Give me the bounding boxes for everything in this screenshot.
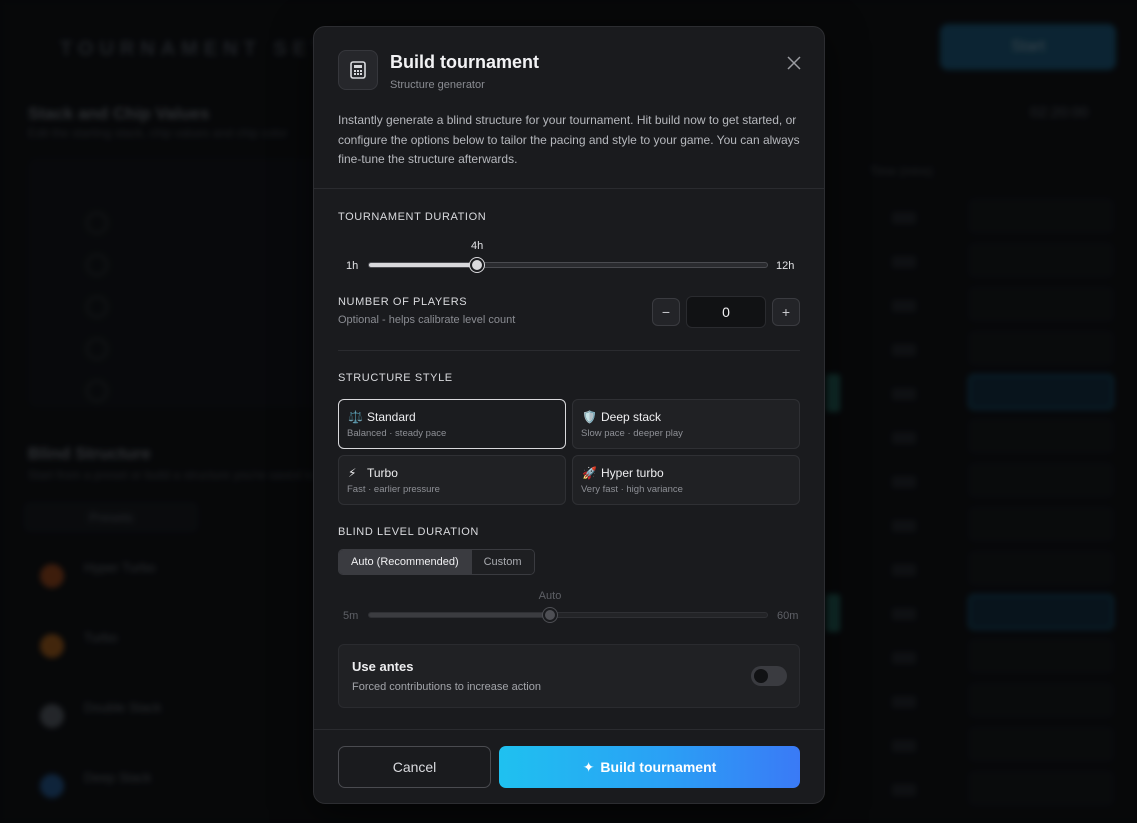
shield-icon: 🛡️ xyxy=(582,410,597,424)
dialog-description: Instantly generate a blind structure for… xyxy=(338,113,800,166)
style-option-name: Deep stack xyxy=(601,410,662,424)
duration-max-label: 12h xyxy=(776,260,795,272)
duration-thumb[interactable] xyxy=(470,258,485,272)
close-icon xyxy=(787,56,801,70)
duration-track[interactable] xyxy=(368,262,768,268)
blind-duration-fill xyxy=(369,613,551,617)
build-tournament-button[interactable]: ✦ Build tournament xyxy=(499,746,800,788)
players-increment-button[interactable]: + xyxy=(772,298,800,326)
style-option-desc: Slow pace · deeper play xyxy=(581,428,683,439)
style-option-desc: Balanced · steady pace xyxy=(347,428,447,439)
dialog-subtitle: Structure generator xyxy=(390,79,485,91)
antes-description: Forced contributions to increase action xyxy=(352,681,541,693)
rocket-icon: 🚀 xyxy=(582,466,597,480)
duration-value: 4h xyxy=(470,240,484,252)
style-option-name: Standard xyxy=(367,410,416,424)
style-option-hyper-turbo[interactable]: 🚀 Hyper turbo Very fast · high variance xyxy=(572,455,800,505)
duration-min-label: 1h xyxy=(346,260,359,272)
players-input[interactable] xyxy=(686,296,766,328)
players-decrement-button[interactable]: − xyxy=(652,298,680,326)
style-option-desc: Fast · earlier pressure xyxy=(347,484,440,495)
calculator-icon xyxy=(338,50,378,90)
lightning-icon: ⚡ xyxy=(348,466,357,480)
duration-fill xyxy=(369,263,479,267)
antes-title: Use antes xyxy=(352,659,414,674)
blind-duration-min-label: 5m xyxy=(343,610,359,622)
blind-duration-value: Auto xyxy=(538,590,562,602)
style-option-standard[interactable]: ⚖️ Standard Balanced · steady pace xyxy=(338,399,566,449)
scale-icon: ⚖️ xyxy=(348,410,363,424)
duration-label: TOURNAMENT DURATION xyxy=(338,211,487,223)
mode-custom-button[interactable]: Custom xyxy=(470,550,534,574)
dialog-footer: Cancel ✦ Build tournament xyxy=(314,729,824,803)
cancel-button[interactable]: Cancel xyxy=(338,746,491,788)
style-option-name: Hyper turbo xyxy=(601,466,664,480)
dialog-title: Build tournament xyxy=(390,52,539,72)
style-label: STRUCTURE STYLE xyxy=(338,372,453,384)
blind-duration-mode-toggle: Auto (Recommended) Custom xyxy=(338,549,535,575)
build-tournament-dialog: Build tournament Structure generator Ins… xyxy=(313,26,825,804)
style-option-name: Turbo xyxy=(367,466,398,480)
blind-duration-label: BLIND LEVEL DURATION xyxy=(338,526,479,538)
antes-toggle[interactable] xyxy=(751,666,787,686)
toggle-knob xyxy=(754,669,768,683)
build-button-label: Build tournament xyxy=(600,759,717,775)
antes-setting: Use antes Forced contributions to increa… xyxy=(338,644,800,708)
players-sublabel: Optional - helps calibrate level count xyxy=(338,314,516,326)
blind-duration-thumb[interactable] xyxy=(543,608,557,622)
players-label: NUMBER OF PLAYERS xyxy=(338,296,468,308)
sparkle-icon: ✦ xyxy=(582,758,595,775)
style-option-desc: Very fast · high variance xyxy=(581,484,683,495)
blind-duration-track[interactable] xyxy=(368,612,768,618)
dialog-header: Build tournament Structure generator Ins… xyxy=(314,27,824,189)
style-option-turbo[interactable]: ⚡ Turbo Fast · earlier pressure xyxy=(338,455,566,505)
mode-auto-button[interactable]: Auto (Recommended) xyxy=(339,550,471,574)
close-button[interactable] xyxy=(782,51,806,75)
section-divider xyxy=(338,350,800,351)
blind-duration-max-label: 60m xyxy=(777,610,799,622)
style-option-deep-stack[interactable]: 🛡️ Deep stack Slow pace · deeper play xyxy=(572,399,800,449)
